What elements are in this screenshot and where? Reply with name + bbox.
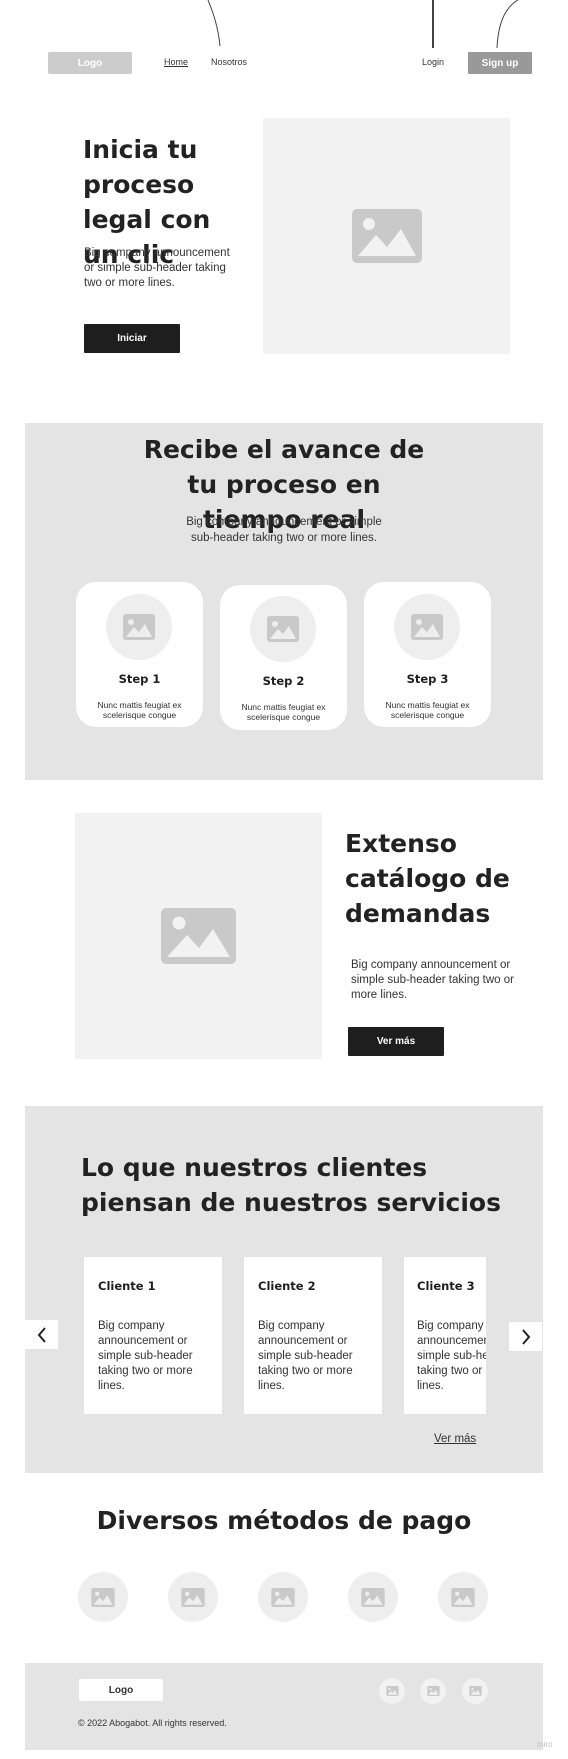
payment-method-icon bbox=[438, 1572, 488, 1622]
image-icon bbox=[267, 616, 299, 642]
login-link[interactable]: Login bbox=[422, 57, 444, 67]
step-text: Nunc mattis feugiat ex scelerisque congu… bbox=[97, 700, 182, 720]
chevron-left-icon bbox=[37, 1326, 46, 1343]
step-title: Step 3 bbox=[406, 672, 449, 686]
image-icon bbox=[385, 1686, 399, 1696]
client-card-2: Cliente 2 Big company announcement or si… bbox=[244, 1257, 382, 1414]
step-title: Step 1 bbox=[118, 672, 161, 686]
step-card-1: Step 1 Nunc mattis feugiat ex scelerisqu… bbox=[76, 582, 203, 727]
social-icon[interactable] bbox=[379, 1678, 405, 1704]
testimonials-ver-mas-link[interactable]: Ver más bbox=[434, 1433, 476, 1445]
signup-button[interactable]: Sign up bbox=[468, 52, 532, 74]
chevron-right-icon bbox=[521, 1328, 530, 1345]
image-icon bbox=[161, 908, 236, 964]
catalog-ver-mas-button[interactable]: Ver más bbox=[348, 1027, 444, 1056]
payment-method-icon bbox=[78, 1572, 128, 1622]
step-card-3: Step 3 Nunc mattis feugiat ex scelerisqu… bbox=[364, 582, 491, 727]
annotation-connector bbox=[490, 0, 520, 49]
hero-image-placeholder bbox=[263, 118, 510, 354]
step-text: Nunc mattis feugiat ex scelerisque congu… bbox=[385, 700, 470, 720]
image-icon bbox=[123, 614, 155, 640]
step-icon-circle bbox=[106, 594, 172, 660]
client-card-3: Cliente 3 Big company announcement or si… bbox=[404, 1257, 486, 1414]
social-icon[interactable] bbox=[420, 1678, 446, 1704]
client-name: Cliente 1 bbox=[98, 1279, 156, 1293]
nav-nosotros[interactable]: Nosotros bbox=[211, 57, 247, 67]
nav-home[interactable]: Home bbox=[164, 57, 188, 67]
image-icon bbox=[411, 614, 443, 640]
step-icon-circle bbox=[250, 596, 316, 662]
client-name: Cliente 2 bbox=[258, 1279, 316, 1293]
image-icon bbox=[271, 1587, 295, 1607]
progress-subtitle: Big company announcement or simple sub-h… bbox=[186, 516, 382, 544]
image-icon bbox=[181, 1587, 205, 1607]
annotation-connector bbox=[432, 0, 434, 48]
image-icon bbox=[426, 1686, 440, 1696]
image-icon bbox=[91, 1587, 115, 1607]
client-card-1: Cliente 1 Big company announcement or si… bbox=[84, 1257, 222, 1414]
hero-subtitle: Big company announcement or simple sub-h… bbox=[84, 247, 230, 289]
step-title: Step 2 bbox=[262, 674, 305, 688]
step-card-2: Step 2 Nunc mattis feugiat ex scelerisqu… bbox=[220, 585, 347, 730]
payment-method-icon bbox=[348, 1572, 398, 1622]
watermark: miro bbox=[537, 1740, 553, 1749]
carousel-prev-button[interactable] bbox=[25, 1320, 58, 1349]
footer-copyright: © 2022 Abogabot. All rights reserved. bbox=[78, 1718, 227, 1728]
social-icon[interactable] bbox=[462, 1678, 488, 1704]
iniciar-button[interactable]: Iniciar bbox=[84, 324, 180, 353]
testimonials-title: Lo que nuestros clientes piensan de nues… bbox=[81, 1153, 501, 1217]
footer bbox=[25, 1663, 543, 1750]
catalog-image-placeholder bbox=[75, 813, 322, 1059]
payment-method-icon bbox=[168, 1572, 218, 1622]
footer-logo[interactable]: Logo bbox=[79, 1679, 163, 1701]
carousel-next-button[interactable] bbox=[509, 1322, 542, 1351]
annotation-connector bbox=[190, 0, 230, 48]
client-text: Big company announcement or simple sub-h… bbox=[258, 1320, 353, 1392]
client-text: Big company announcement or simple sub-h… bbox=[98, 1320, 193, 1392]
payment-method-icon bbox=[258, 1572, 308, 1622]
client-name: Cliente 3 bbox=[417, 1279, 475, 1293]
image-icon bbox=[351, 209, 422, 263]
payments-title: Diversos métodos de pago bbox=[96, 1506, 472, 1535]
image-icon bbox=[468, 1686, 482, 1696]
client-text: Big company announcement or simple sub-h… bbox=[417, 1320, 486, 1392]
logo[interactable]: Logo bbox=[48, 52, 132, 74]
image-icon bbox=[361, 1587, 385, 1607]
step-text: Nunc mattis feugiat ex scelerisque congu… bbox=[241, 702, 326, 722]
image-icon bbox=[451, 1587, 475, 1607]
catalog-title: Extenso catálogo de demandas bbox=[345, 829, 510, 928]
catalog-subtitle: Big company announcement or simple sub-h… bbox=[351, 959, 514, 1001]
step-icon-circle bbox=[394, 594, 460, 660]
